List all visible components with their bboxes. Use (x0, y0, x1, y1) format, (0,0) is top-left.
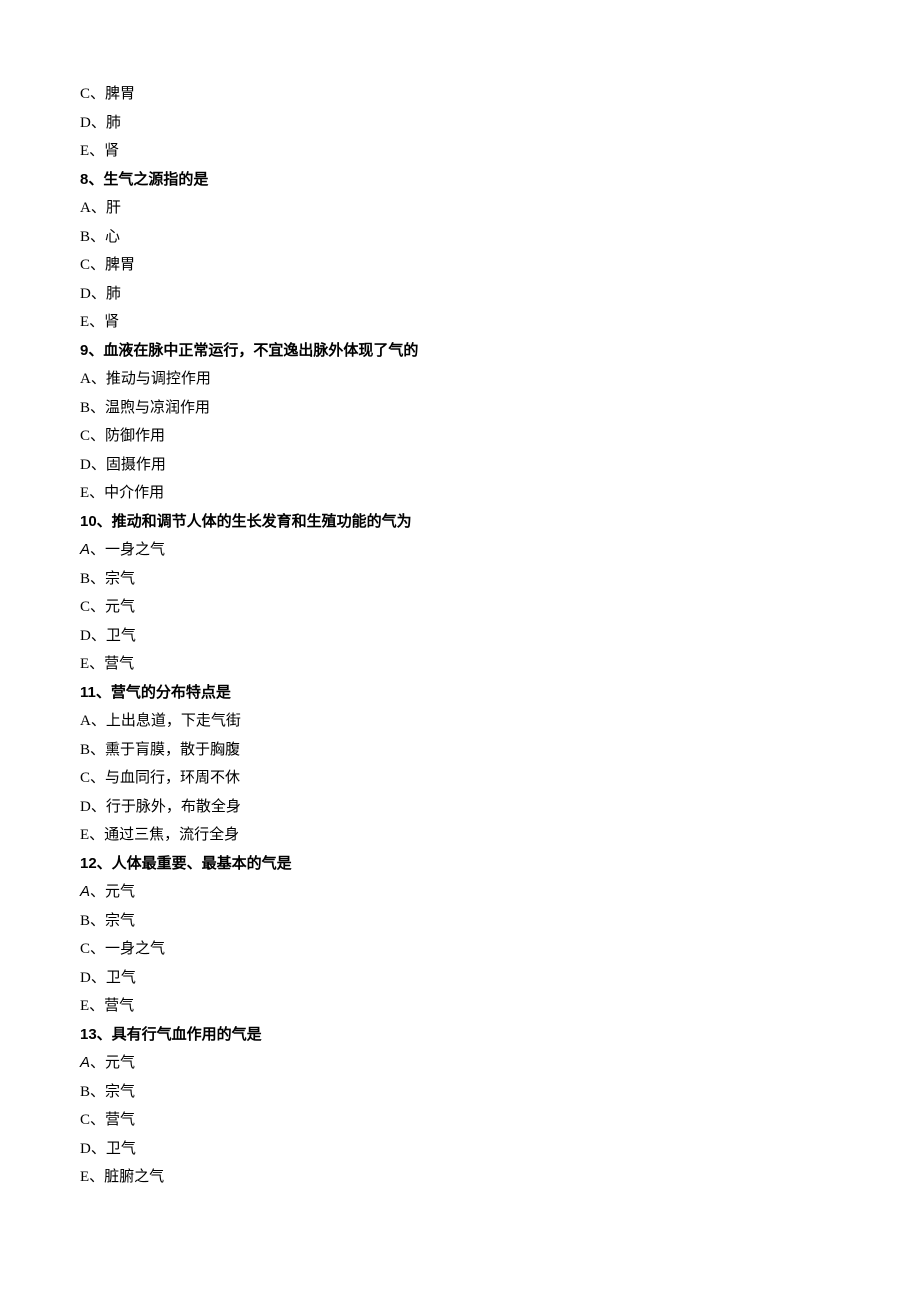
option-text: E、营气 (80, 992, 840, 1021)
option-letter: A (80, 883, 90, 900)
option-text: B、心 (80, 223, 840, 252)
option-text: E、肾 (80, 308, 840, 337)
option-text: E、肾 (80, 137, 840, 166)
option-text: A、一身之气 (80, 536, 840, 565)
option-text: C、脾胃 (80, 251, 840, 280)
option-letter: A (80, 1054, 90, 1071)
option-letter: A (80, 541, 90, 558)
option-text: E、脏腑之气 (80, 1163, 840, 1192)
document-page: C、脾胃D、肺E、肾8、生气之源指的是A、肝B、心C、脾胃D、肺E、肾9、血液在… (0, 0, 920, 1301)
option-text: D、肺 (80, 109, 840, 138)
question-text: 12、人体最重要、最基本的气是 (80, 850, 840, 879)
option-text: E、中介作用 (80, 479, 840, 508)
option-text: A、肝 (80, 194, 840, 223)
option-text: D、卫气 (80, 1135, 840, 1164)
option-text: C、元气 (80, 593, 840, 622)
option-text: D、卫气 (80, 622, 840, 651)
option-text: A、推动与调控作用 (80, 365, 840, 394)
option-text: A、元气 (80, 878, 840, 907)
option-text: B、宗气 (80, 1078, 840, 1107)
question-text: 9、血液在脉中正常运行，不宜逸出脉外体现了气的 (80, 337, 840, 366)
option-text: C、一身之气 (80, 935, 840, 964)
option-text: D、卫气 (80, 964, 840, 993)
option-text: D、行于脉外，布散全身 (80, 793, 840, 822)
question-text: 10、推动和调节人体的生长发育和生殖功能的气为 (80, 508, 840, 537)
question-text: 8、生气之源指的是 (80, 166, 840, 195)
option-text: C、与血同行，环周不休 (80, 764, 840, 793)
option-text: A、元气 (80, 1049, 840, 1078)
option-text: E、通过三焦，流行全身 (80, 821, 840, 850)
question-text: 13、具有行气血作用的气是 (80, 1021, 840, 1050)
option-text: D、固摄作用 (80, 451, 840, 480)
option-text: C、脾胃 (80, 80, 840, 109)
option-text: E、营气 (80, 650, 840, 679)
option-text: B、温煦与凉润作用 (80, 394, 840, 423)
option-text: B、宗气 (80, 907, 840, 936)
question-text: 11、营气的分布特点是 (80, 679, 840, 708)
option-text: B、熏于肓膜，散于胸腹 (80, 736, 840, 765)
option-text: B、宗气 (80, 565, 840, 594)
option-text: C、营气 (80, 1106, 840, 1135)
option-text: C、防御作用 (80, 422, 840, 451)
option-text: A、上出息道，下走气街 (80, 707, 840, 736)
option-text: D、肺 (80, 280, 840, 309)
